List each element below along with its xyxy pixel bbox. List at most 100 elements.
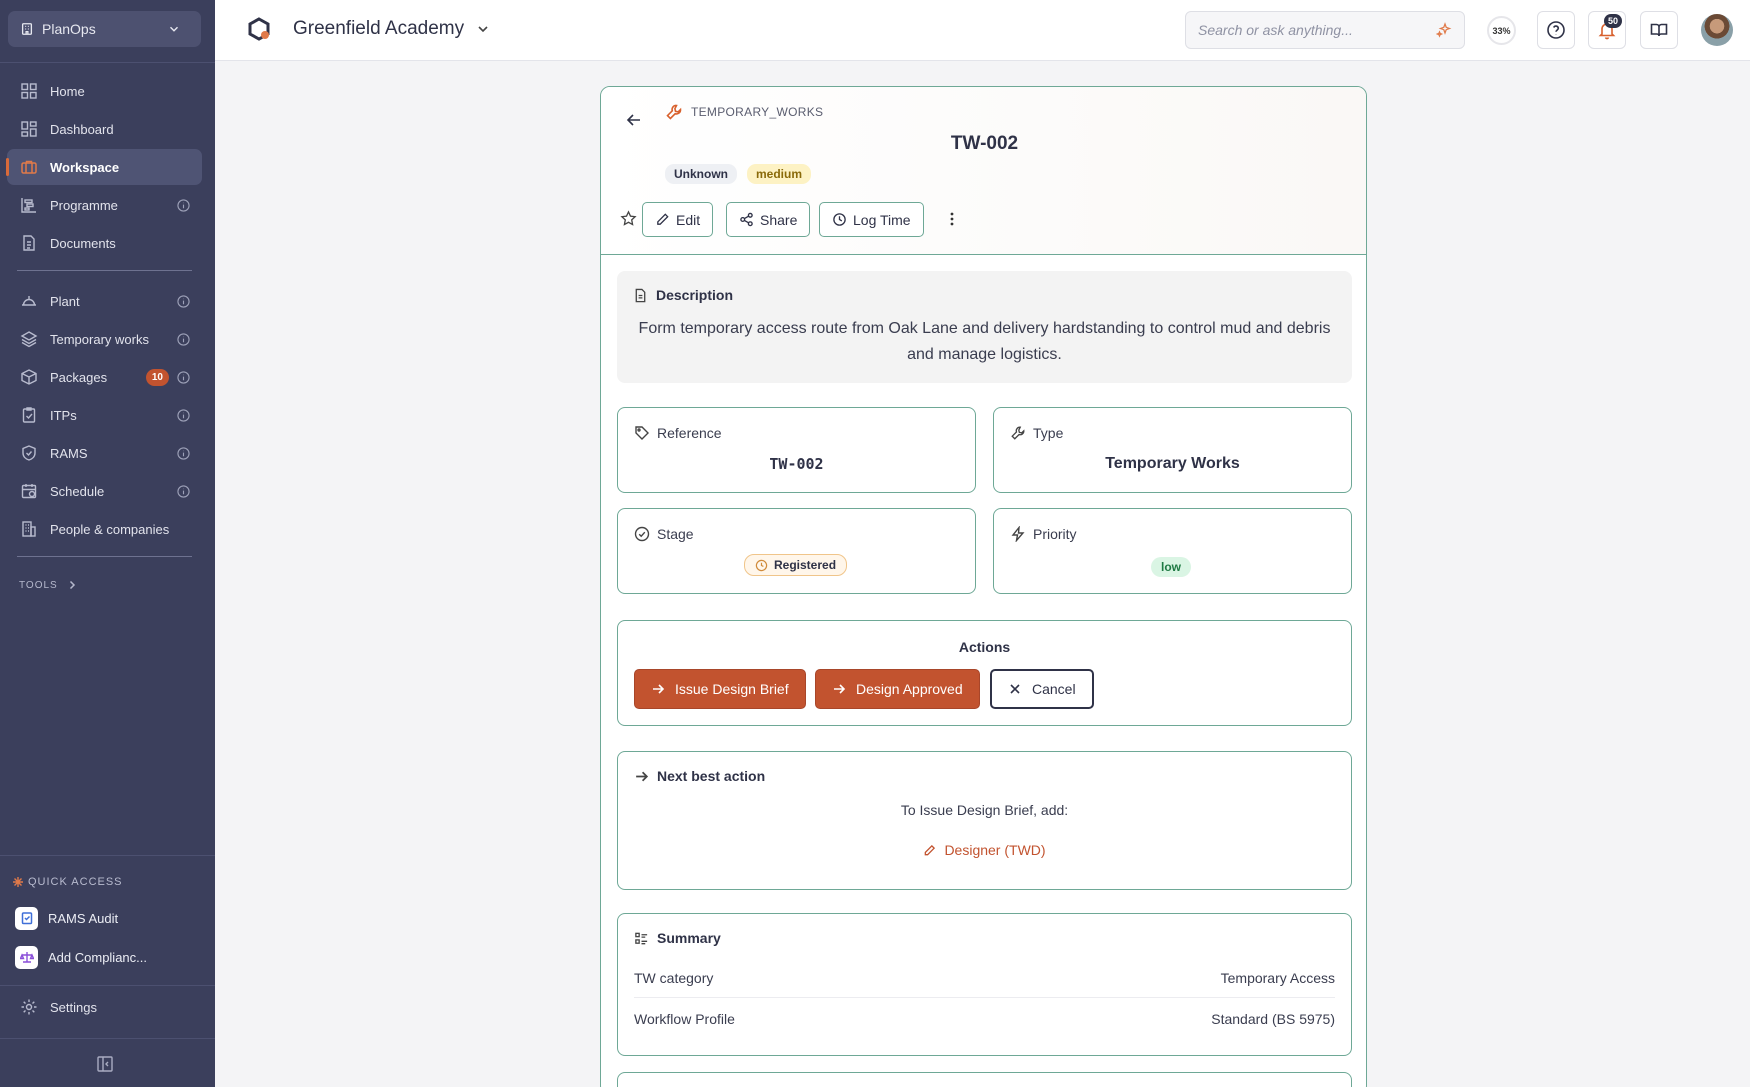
sidebar-item-settings[interactable]: Settings bbox=[20, 998, 97, 1016]
cancel-button[interactable]: Cancel bbox=[990, 669, 1094, 709]
document-icon bbox=[23, 235, 35, 251]
quick-item-add-compliance[interactable]: Add Complianc... bbox=[15, 943, 200, 971]
tools-label: TOOLS bbox=[19, 579, 58, 591]
priority-field: Priority low bbox=[993, 508, 1352, 594]
notifications-button[interactable]: 50 bbox=[1588, 11, 1626, 49]
stage-field: Stage Registered bbox=[617, 508, 976, 594]
clock-icon bbox=[833, 213, 846, 226]
info-icon[interactable] bbox=[177, 408, 190, 422]
progress-indicator[interactable]: 33% bbox=[1487, 16, 1516, 45]
sidebar-item-label: Dashboard bbox=[50, 121, 114, 137]
sidebar-item-plant[interactable]: Plant bbox=[7, 283, 202, 319]
description-text: Form temporary access route from Oak Lan… bbox=[638, 320, 1331, 363]
sidebar-collapse-icon[interactable] bbox=[96, 1055, 114, 1073]
back-arrow-icon[interactable] bbox=[625, 111, 643, 129]
helmet-icon bbox=[22, 296, 36, 306]
notification-count-badge: 50 bbox=[1603, 14, 1622, 28]
description-heading: Description bbox=[633, 287, 733, 303]
share-icon bbox=[740, 212, 753, 227]
sidebar-item-workspace[interactable]: Workspace bbox=[6, 149, 202, 185]
quick-item-label: Add Complianc... bbox=[48, 949, 147, 965]
actions-section: Actions Issue Design Brief Design Approv… bbox=[617, 620, 1352, 726]
sidebar-item-packages[interactable]: Packages 10 bbox=[7, 359, 202, 395]
packages-count-badge: 10 bbox=[145, 368, 169, 386]
shield-check-icon bbox=[22, 445, 36, 461]
org-selector[interactable]: PlanOps bbox=[8, 11, 201, 47]
sidebar: PlanOps Home Dashboard Workspace Program… bbox=[0, 0, 215, 1087]
sidebar-item-schedule[interactable]: Schedule bbox=[7, 473, 202, 509]
edit-button[interactable]: Edit bbox=[642, 202, 714, 237]
close-icon bbox=[1010, 684, 1020, 694]
nav-divider bbox=[17, 270, 192, 271]
stage-label: Stage bbox=[657, 526, 694, 542]
sidebar-item-dashboard[interactable]: Dashboard bbox=[7, 111, 202, 147]
tag-icon bbox=[635, 426, 649, 440]
sidebar-item-itps[interactable]: ITPs bbox=[7, 397, 202, 433]
sidebar-item-documents[interactable]: Documents bbox=[7, 225, 202, 261]
sidebar-item-programme[interactable]: Programme bbox=[7, 187, 202, 223]
wrench-icon bbox=[1011, 426, 1025, 440]
description-section: Description Form temporary access route … bbox=[617, 271, 1352, 383]
list-icon bbox=[635, 932, 648, 944]
info-icon[interactable] bbox=[177, 446, 190, 460]
info-icon[interactable] bbox=[177, 370, 190, 384]
calendar-icon bbox=[21, 484, 37, 499]
pencil-icon bbox=[925, 844, 936, 855]
briefcase-icon bbox=[21, 160, 37, 174]
quick-item-rams-audit[interactable]: RAMS Audit bbox=[15, 904, 200, 932]
design-approved-button[interactable]: Design Approved bbox=[815, 669, 980, 709]
reference-field: Reference TW-002 bbox=[617, 407, 976, 493]
org-name: PlanOps bbox=[42, 21, 96, 37]
arrow-right-icon bbox=[834, 684, 846, 694]
more-vertical-icon[interactable] bbox=[943, 210, 961, 228]
nav-divider bbox=[17, 556, 192, 557]
tools-toggle[interactable]: TOOLS bbox=[7, 569, 202, 601]
info-icon[interactable] bbox=[177, 198, 190, 212]
chart-icon bbox=[21, 198, 36, 213]
arrow-right-icon bbox=[636, 771, 649, 781]
priority-chip: medium bbox=[747, 164, 812, 184]
user-avatar[interactable] bbox=[1701, 14, 1733, 46]
ai-sparkle-icon[interactable] bbox=[1436, 22, 1452, 38]
info-icon[interactable] bbox=[177, 484, 190, 498]
priority-label: Priority bbox=[1033, 526, 1077, 542]
stage-badge: Registered bbox=[744, 554, 848, 576]
sidebar-item-label: RAMS bbox=[50, 445, 88, 461]
summary-value: Standard (BS 5975) bbox=[1211, 1011, 1335, 1027]
log-time-button[interactable]: Log Time bbox=[819, 202, 924, 237]
grid-icon bbox=[21, 83, 37, 99]
sidebar-item-label: Plant bbox=[50, 293, 80, 309]
docs-button[interactable] bbox=[1640, 11, 1678, 49]
info-icon[interactable] bbox=[177, 332, 190, 346]
summary-heading: Summary bbox=[634, 930, 721, 946]
sidebar-item-home[interactable]: Home bbox=[7, 73, 202, 109]
sidebar-item-label: Home bbox=[50, 83, 85, 99]
sidebar-item-label: ITPs bbox=[50, 407, 77, 423]
help-button[interactable] bbox=[1537, 11, 1575, 49]
summary-row: TW category Temporary Access bbox=[634, 958, 1335, 998]
package-icon bbox=[21, 369, 37, 385]
lightning-icon bbox=[1011, 526, 1025, 542]
pencil-icon bbox=[657, 213, 669, 225]
add-designer-link[interactable]: Designer (TWD) bbox=[618, 842, 1351, 858]
chevron-down-icon bbox=[170, 26, 178, 32]
chevron-down-icon bbox=[478, 26, 488, 33]
info-icon[interactable] bbox=[177, 294, 190, 308]
document-icon bbox=[635, 288, 646, 302]
search-input[interactable]: Search or ask anything... bbox=[1185, 11, 1465, 49]
sidebar-item-people-companies[interactable]: People & companies bbox=[7, 511, 202, 547]
summary-label: TW category bbox=[634, 969, 714, 986]
share-button[interactable]: Share bbox=[726, 202, 811, 237]
sidebar-item-rams[interactable]: RAMS bbox=[7, 435, 202, 471]
search-placeholder: Search or ask anything... bbox=[1198, 22, 1353, 38]
issue-design-brief-button[interactable]: Issue Design Brief bbox=[634, 669, 806, 709]
sidebar-item-label: Packages bbox=[50, 369, 108, 385]
priority-badge: low bbox=[1151, 557, 1191, 577]
quick-item-label: RAMS Audit bbox=[48, 910, 119, 926]
sidebar-nav: Home Dashboard Workspace Programme Docum… bbox=[6, 73, 202, 601]
item-title: TW-002 bbox=[950, 133, 1019, 154]
project-selector[interactable]: Greenfield Academy bbox=[293, 18, 490, 40]
star-icon[interactable] bbox=[620, 210, 637, 227]
summary-label: Workflow Profile bbox=[634, 1011, 735, 1027]
sidebar-item-temporary-works[interactable]: Temporary works bbox=[7, 321, 202, 357]
